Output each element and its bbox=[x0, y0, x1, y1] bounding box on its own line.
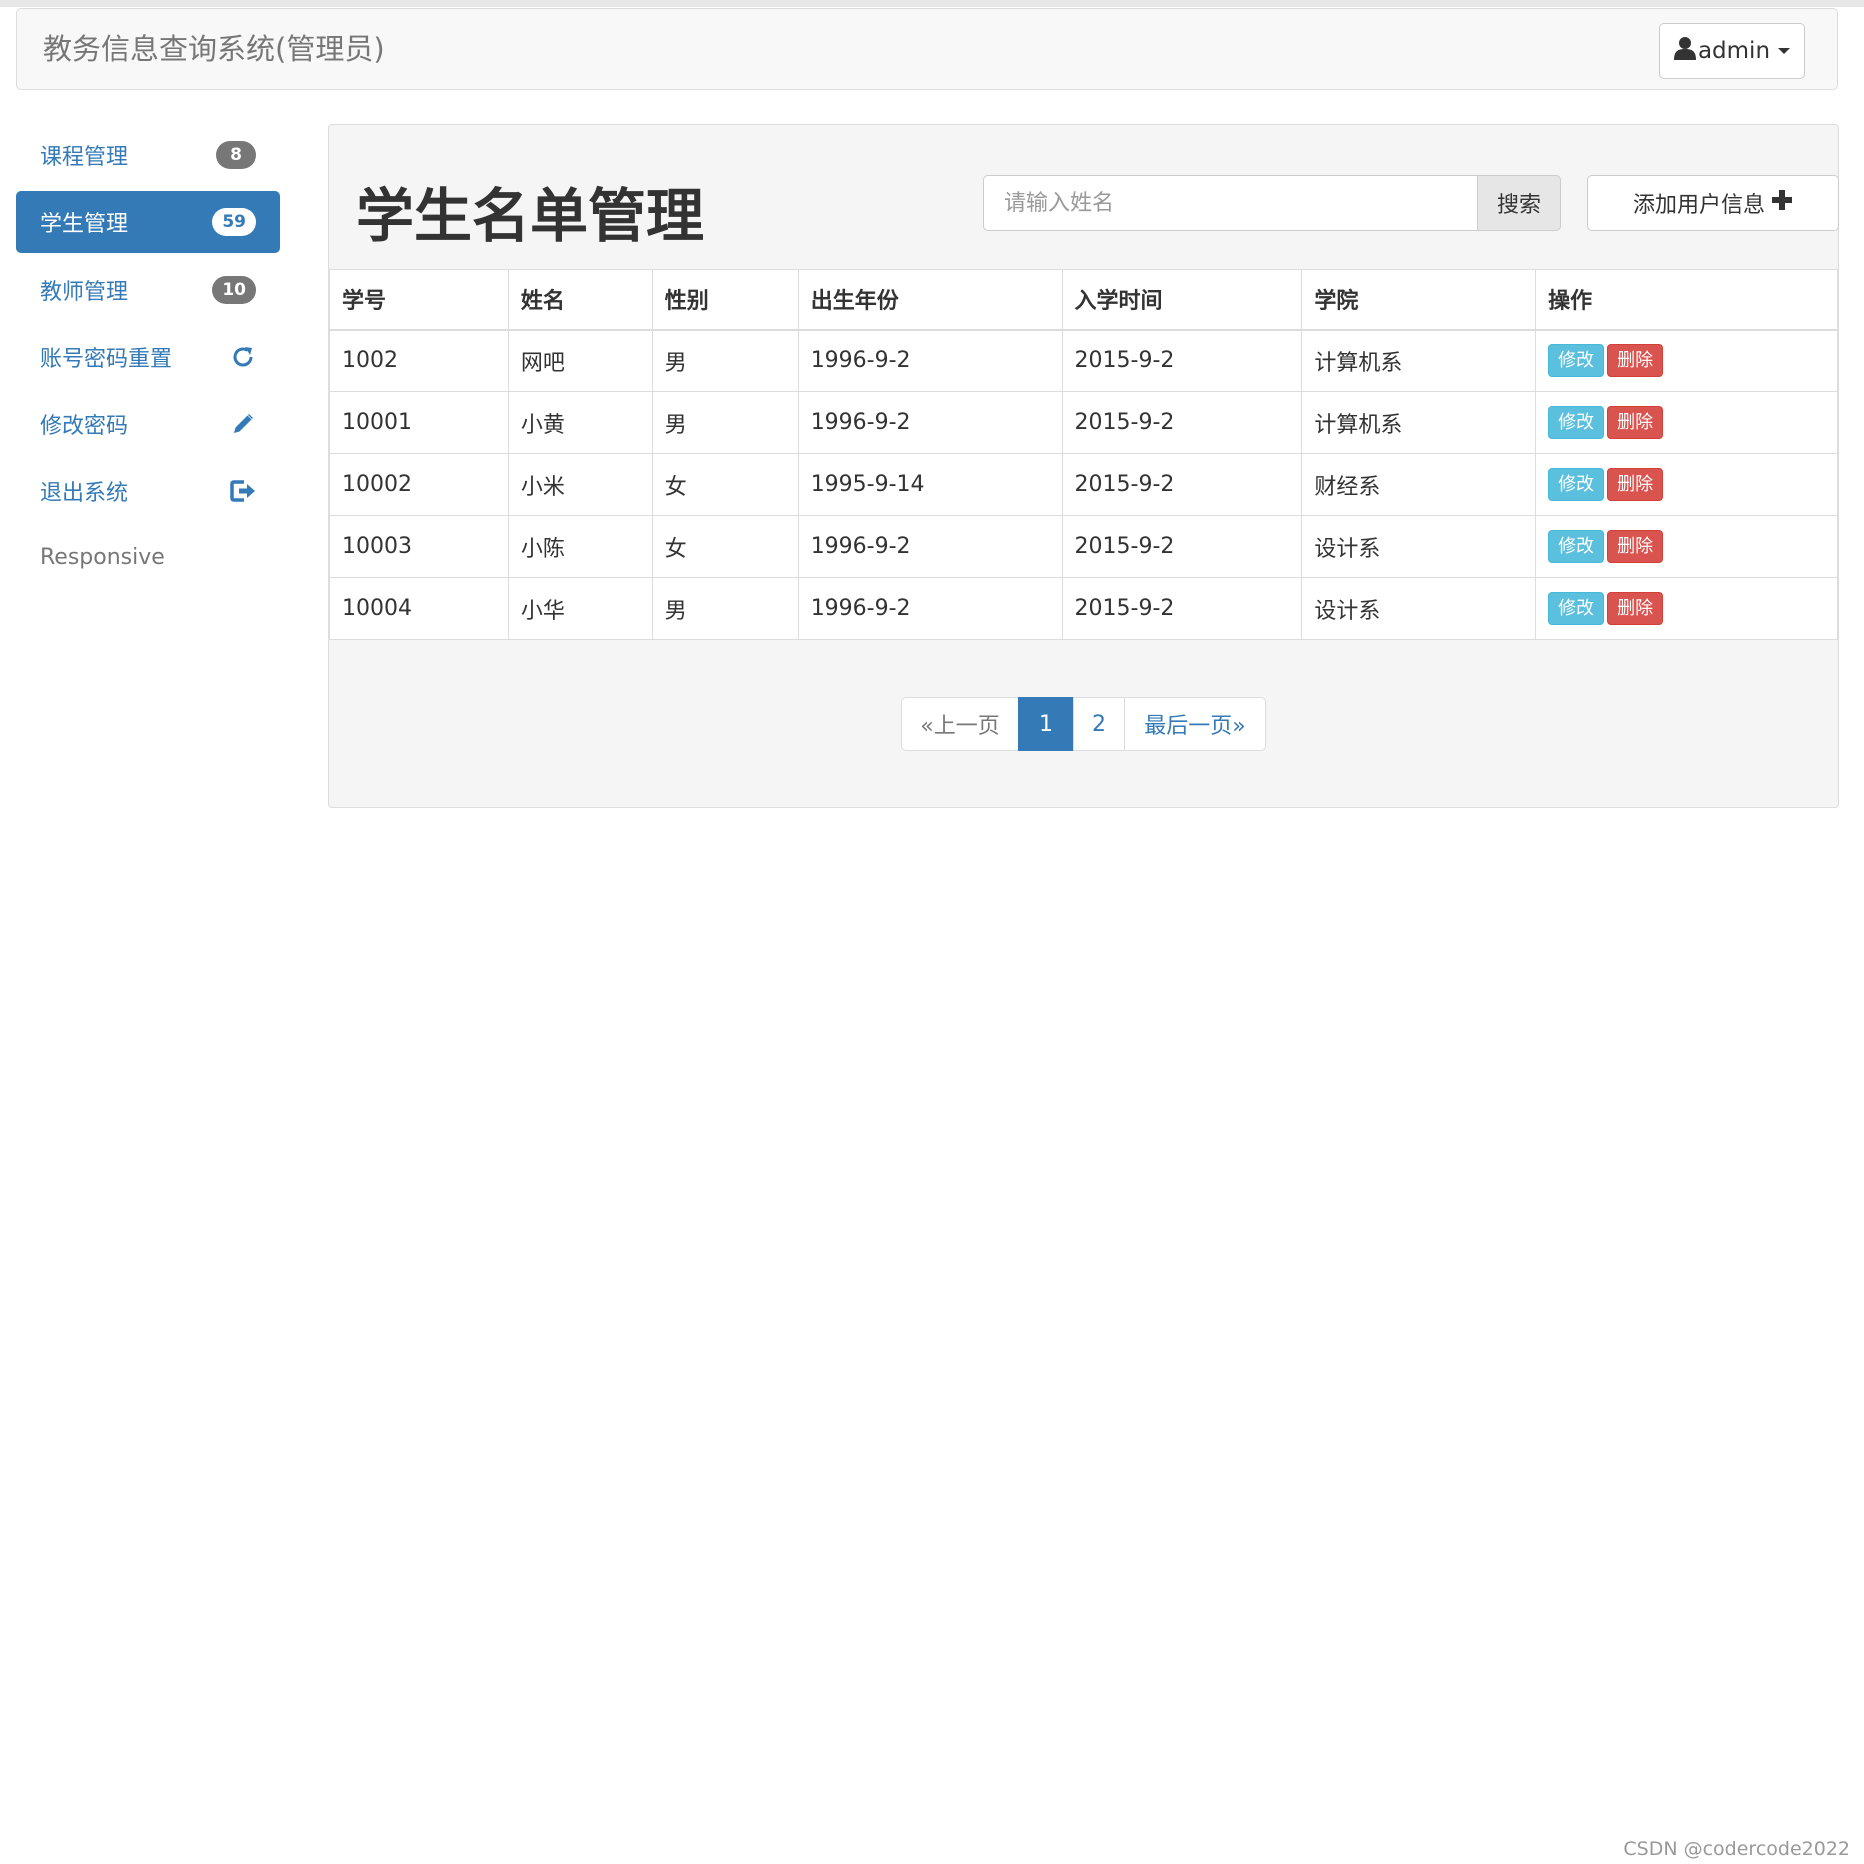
enroll-date: 2015-9-2 bbox=[1061, 515, 1303, 578]
row-actions: 修改 删除 bbox=[1535, 391, 1838, 454]
page-title: 学生名单管理 bbox=[356, 182, 705, 250]
watermark: CSDN @codercode2022 bbox=[1623, 1838, 1850, 1860]
table-row: 10001 小黄 男 1996-9-2 2015-9-2 计算机系 修改 删除 bbox=[329, 391, 1838, 454]
delete-button[interactable]: 删除 bbox=[1607, 591, 1664, 626]
row-actions: 修改 删除 bbox=[1535, 329, 1838, 392]
last-page-link[interactable]: 最后一页» bbox=[1124, 697, 1266, 751]
search-input[interactable] bbox=[983, 175, 1477, 231]
user-menu-button[interactable]: admin bbox=[1659, 23, 1805, 79]
college: 设计系 bbox=[1301, 515, 1537, 578]
table-row: 1002 网吧 男 1996-9-2 2015-9-2 计算机系 修改 删除 bbox=[329, 329, 1838, 392]
row-actions: 修改 删除 bbox=[1535, 577, 1838, 640]
sidebar-item-students[interactable]: 学生管理 59 bbox=[16, 191, 280, 253]
column-header: 入学时间 bbox=[1061, 269, 1303, 331]
student-gender: 男 bbox=[651, 391, 799, 454]
column-header: 学院 bbox=[1301, 269, 1537, 331]
college: 财经系 bbox=[1301, 453, 1537, 516]
row-actions: 修改 删除 bbox=[1535, 515, 1838, 578]
students-table: 学号 姓名 性别 出生年份 入学时间 学院 操作 1002 网吧 男 1996-… bbox=[329, 269, 1838, 640]
count-badge: 10 bbox=[212, 276, 256, 304]
pagination: «上一页 1 2 最后一页» bbox=[901, 697, 1266, 751]
enroll-date: 2015-9-2 bbox=[1061, 577, 1303, 640]
page-link-1[interactable]: 1 bbox=[1018, 697, 1074, 751]
edit-button[interactable]: 修改 bbox=[1548, 344, 1605, 378]
student-gender: 女 bbox=[651, 515, 799, 578]
responsive-label: Responsive bbox=[40, 545, 165, 570]
pencil-icon bbox=[230, 411, 256, 437]
student-id: 10002 bbox=[329, 453, 509, 516]
row-actions: 修改 删除 bbox=[1535, 453, 1838, 516]
edit-button[interactable]: 修改 bbox=[1548, 405, 1605, 440]
table-header-row: 学号 姓名 性别 出生年份 入学时间 学院 操作 bbox=[329, 269, 1838, 331]
search-button[interactable]: 搜索 bbox=[1477, 175, 1561, 231]
main-panel: 学生名单管理 搜索 添加用户信息 学号 姓名 性别 出生年份 入学时间 学院 操… bbox=[328, 124, 1839, 808]
count-badge: 59 bbox=[212, 208, 256, 236]
table-row: 10003 小陈 女 1996-9-2 2015-9-2 设计系 修改 删除 bbox=[329, 515, 1838, 578]
top-border bbox=[0, 0, 1864, 7]
college: 计算机系 bbox=[1301, 391, 1537, 454]
column-header: 出生年份 bbox=[797, 269, 1063, 331]
student-name: 网吧 bbox=[507, 329, 653, 392]
student-gender: 男 bbox=[651, 577, 799, 640]
plus-icon bbox=[1771, 189, 1793, 217]
sidebar-item-logout[interactable]: 退出系统 bbox=[16, 460, 280, 522]
sidebar-item-label: 学生管理 bbox=[40, 212, 129, 237]
student-name: 小陈 bbox=[507, 515, 653, 578]
sidebar-item-label: 账号密码重置 bbox=[40, 347, 173, 372]
add-user-label: 添加用户信息 bbox=[1632, 193, 1765, 218]
student-gender: 男 bbox=[651, 329, 799, 392]
user-icon bbox=[1673, 36, 1696, 66]
enroll-date: 2015-9-2 bbox=[1061, 453, 1303, 516]
prev-page-link[interactable]: «上一页 bbox=[901, 697, 1019, 751]
birth-date: 1996-9-2 bbox=[797, 329, 1063, 392]
sidebar-item-label: 修改密码 bbox=[40, 414, 129, 439]
navbar: 教务信息查询系统(管理员) admin bbox=[16, 8, 1838, 90]
edit-button[interactable]: 修改 bbox=[1548, 529, 1605, 564]
page-link-2[interactable]: 2 bbox=[1073, 697, 1125, 751]
student-gender: 女 bbox=[651, 453, 799, 516]
sidebar-item-label: 课程管理 bbox=[40, 145, 129, 170]
chevron-down-icon bbox=[1778, 48, 1791, 54]
student-name: 小黄 bbox=[507, 391, 653, 454]
student-id: 10001 bbox=[329, 391, 509, 454]
college: 计算机系 bbox=[1301, 329, 1537, 392]
sidebar-item-change-password[interactable]: 修改密码 bbox=[16, 393, 280, 455]
sidebar-item-label: 教师管理 bbox=[40, 280, 129, 305]
student-id: 1002 bbox=[329, 329, 509, 392]
student-name: 小米 bbox=[507, 453, 653, 516]
student-id: 10003 bbox=[329, 515, 509, 578]
user-name: admin bbox=[1697, 38, 1771, 64]
column-header: 姓名 bbox=[507, 269, 653, 331]
sidebar-item-label: 退出系统 bbox=[40, 481, 129, 506]
birth-date: 1995-9-14 bbox=[797, 453, 1063, 516]
birth-date: 1996-9-2 bbox=[797, 515, 1063, 578]
edit-button[interactable]: 修改 bbox=[1548, 467, 1605, 502]
logout-icon bbox=[230, 478, 256, 504]
table-row: 10004 小华 男 1996-9-2 2015-9-2 设计系 修改 删除 bbox=[329, 577, 1838, 640]
birth-date: 1996-9-2 bbox=[797, 577, 1063, 640]
birth-date: 1996-9-2 bbox=[797, 391, 1063, 454]
table-row: 10002 小米 女 1995-9-14 2015-9-2 财经系 修改 删除 bbox=[329, 453, 1838, 516]
enroll-date: 2015-9-2 bbox=[1061, 391, 1303, 454]
column-header: 性别 bbox=[651, 269, 799, 331]
sidebar-item-reset-password[interactable]: 账号密码重置 bbox=[16, 326, 280, 388]
student-name: 小华 bbox=[507, 577, 653, 640]
add-user-button[interactable]: 添加用户信息 bbox=[1587, 175, 1839, 231]
column-header: 操作 bbox=[1535, 269, 1838, 331]
student-id: 10004 bbox=[329, 577, 509, 640]
enroll-date: 2015-9-2 bbox=[1061, 329, 1303, 392]
delete-button[interactable]: 删除 bbox=[1607, 529, 1664, 564]
sidebar-item-courses[interactable]: 课程管理 8 bbox=[16, 124, 280, 186]
search-group: 搜索 bbox=[983, 175, 1561, 231]
delete-button[interactable]: 删除 bbox=[1607, 467, 1664, 502]
refresh-icon bbox=[230, 344, 256, 370]
app-title[interactable]: 教务信息查询系统(管理员) bbox=[43, 31, 385, 69]
count-badge: 8 bbox=[216, 141, 256, 169]
delete-button[interactable]: 删除 bbox=[1607, 405, 1664, 440]
edit-button[interactable]: 修改 bbox=[1548, 591, 1605, 626]
delete-button[interactable]: 删除 bbox=[1607, 344, 1664, 378]
college: 设计系 bbox=[1301, 577, 1537, 640]
sidebar-item-teachers[interactable]: 教师管理 10 bbox=[16, 259, 280, 321]
column-header: 学号 bbox=[329, 269, 509, 331]
